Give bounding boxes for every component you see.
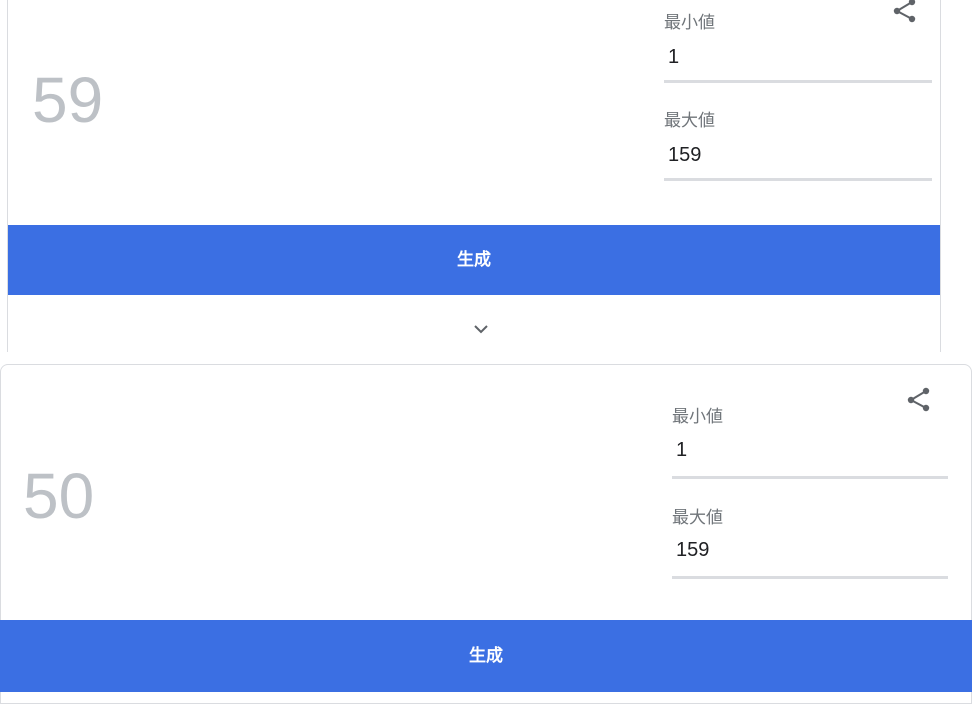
min-input[interactable]: 1: [668, 46, 679, 69]
result-number: 50: [23, 460, 95, 532]
random-number-card-top: 59 最小値 1 最大値 159 生成: [7, 0, 941, 352]
min-input-underline: [672, 476, 948, 479]
result-number: 59: [32, 64, 104, 136]
max-input-underline: [672, 576, 948, 579]
max-input-underline: [664, 178, 932, 181]
min-label: 最小値: [672, 407, 723, 427]
min-input-underline: [664, 80, 932, 83]
max-input[interactable]: 159: [668, 144, 701, 167]
max-label: 最大値: [664, 111, 715, 131]
max-label: 最大値: [672, 508, 723, 528]
min-input[interactable]: 1: [676, 439, 687, 462]
share-icon[interactable]: [902, 385, 932, 415]
chevron-down-icon[interactable]: [466, 314, 496, 344]
generate-button[interactable]: 生成: [8, 225, 940, 295]
min-label: 最小値: [664, 13, 715, 33]
share-icon[interactable]: [888, 0, 918, 26]
generate-button[interactable]: 生成: [0, 620, 972, 692]
max-input[interactable]: 159: [676, 539, 709, 562]
random-number-card-bottom: 50 最小値 1 最大値 159 生成: [0, 364, 972, 704]
